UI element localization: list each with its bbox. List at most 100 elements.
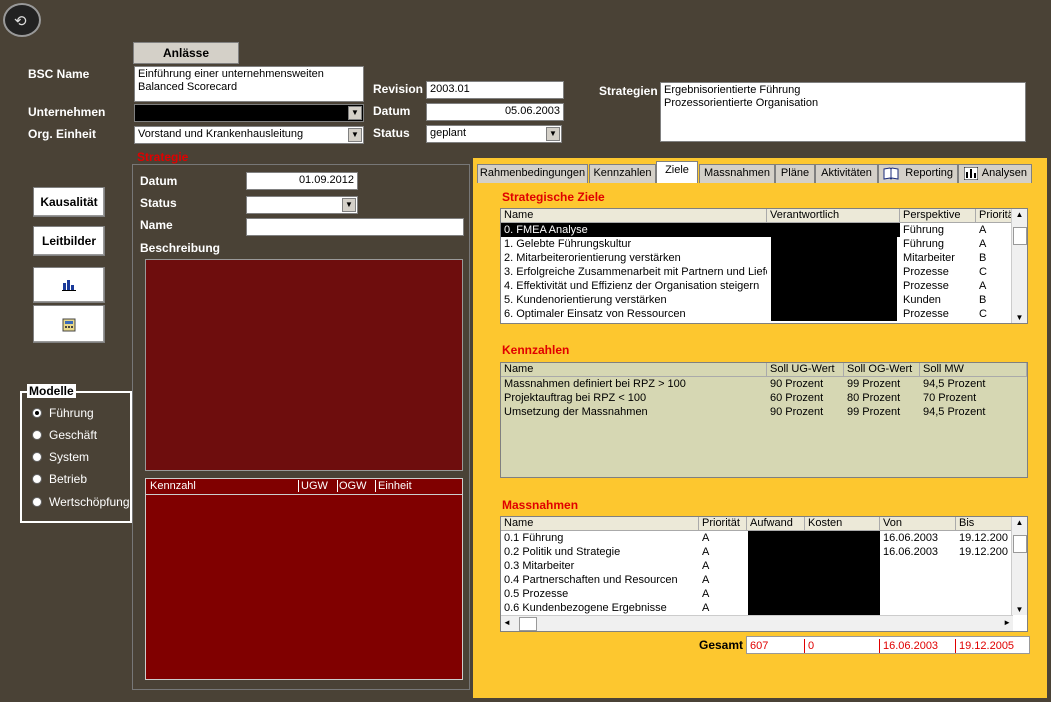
kennzahl-header-kennzahl[interactable]: Kennzahl [149,480,299,492]
kennzahl-header-ugw[interactable]: UGW [300,480,338,492]
ziel-name[interactable]: 4. Effektivität und Effizienz der Organi… [501,279,767,293]
kennzahl-name[interactable]: Umsetzung der Massnahmen [501,405,767,419]
chevron-up-icon[interactable]: ▲ [1012,210,1027,219]
chevron-left-icon[interactable]: ◄ [503,618,511,627]
chart-button[interactable] [33,267,105,303]
ziel-name[interactable]: 1. Gelebte Führungskultur [501,237,767,251]
beschreibung-label: Beschreibung [140,241,221,255]
strategie-name-input[interactable] [246,218,464,236]
horizontal-scrollbar[interactable]: ◄ ► [501,615,1013,631]
tab-plaene[interactable]: Pläne [775,164,815,183]
tab-rahmenbedingungen[interactable]: Rahmenbedingungen [477,164,588,183]
massnahme-name[interactable]: 0.4 Partnerschaften und Resourcen [501,573,699,587]
status-select[interactable]: geplant ▼ [426,125,562,143]
table-row[interactable]: 0. FMEA Analyse Führung A [501,223,1013,237]
leitbilder-button[interactable]: Leitbilder [33,226,105,256]
scroll-thumb[interactable] [519,617,537,631]
tab-reporting[interactable]: Reporting [878,164,958,183]
column-header[interactable]: Von [880,517,956,531]
org-einheit-select[interactable]: Vorstand und Krankenhausleitung ▼ [134,126,364,144]
scroll-thumb[interactable] [1013,535,1027,553]
tab-kennzahlen[interactable]: Kennzahlen [589,164,656,183]
massnahme-von: 16.06.2003 [883,532,939,544]
ziel-prioritaet: A [976,223,1013,237]
column-header[interactable]: Kosten [805,517,880,531]
datum-input[interactable]: 05.06.2003 [426,103,564,121]
column-header[interactable]: Name [501,209,767,223]
radio-fuehrung[interactable] [32,408,42,418]
ziele-grid[interactable]: Name Verantwortlich Perspektive Prioritä… [500,208,1028,324]
strategie-datum-input[interactable]: 01.09.2012 [246,172,358,190]
massnahme-name[interactable]: 0.6 Kundenbezogene Ergebnisse [501,601,699,615]
massnahme-name[interactable]: 0.3 Mitarbeiter [501,559,699,573]
strategie-kennzahl-grid[interactable]: Kennzahl UGW OGW Einheit [145,478,463,680]
ziel-perspektive: Mitarbeiter [903,252,955,264]
org-einheit-label: Org. Einheit [28,127,97,141]
strategien-list[interactable]: Ergebnisorientierte Führung Prozessorien… [660,82,1026,142]
tab-anlaesse[interactable]: Anlässe [133,42,239,64]
chevron-down-icon[interactable]: ▼ [348,128,362,142]
column-header[interactable]: Soll MW [920,363,1027,377]
column-header[interactable]: Name [501,363,767,377]
chevron-down-icon[interactable]: ▼ [1012,313,1027,322]
kausalitaet-button[interactable]: Kausalität [33,187,105,217]
tab-aktivitaeten[interactable]: Aktivitäten [815,164,878,183]
kennzahl-mw: 94,5 Prozent [923,406,986,418]
tab-analysen[interactable]: Analysen [958,164,1032,183]
kennzahl-name[interactable]: Massnahmen definiert bei RPZ > 100 [501,377,767,391]
column-header[interactable]: Priorität [976,209,1013,223]
radio-geschaeft[interactable] [32,430,42,440]
ziel-name[interactable]: 2. Mitarbeiterorientierung verstärken [501,251,767,265]
column-header[interactable]: Name [501,517,699,531]
scroll-thumb[interactable] [1013,227,1027,245]
strategie-status-label: Status [140,196,177,210]
chevron-down-icon[interactable]: ▼ [342,198,356,212]
ziel-name[interactable]: 5. Kundenorientierung verstärken [501,293,767,307]
radio-wertschoepfung[interactable] [32,497,42,507]
massnahmen-grid[interactable]: Name Priorität Aufwand Kosten Von Bis 0.… [500,516,1028,632]
chevron-down-icon[interactable]: ▼ [1012,605,1027,614]
radio-betrieb[interactable] [32,474,42,484]
gesamt-label: Gesamt [699,638,744,652]
tab-ziele[interactable]: Ziele [656,161,698,183]
massnahme-name[interactable]: 0.1 Führung [501,531,699,545]
strategien-item[interactable]: Prozessorientierte Organisation [664,97,1022,110]
strategie-status-select[interactable]: ▼ [246,196,358,214]
ziel-name[interactable]: 6. Optimaler Einsatz von Ressourcen [501,307,767,321]
column-header[interactable]: Aufwand [747,517,805,531]
back-button[interactable]: ⟲ [3,3,41,37]
ziel-perspektive: Prozesse [903,308,949,320]
chevron-down-icon[interactable]: ▼ [546,127,560,141]
column-header[interactable]: Bis [956,517,1013,531]
column-header[interactable]: Priorität [699,517,747,531]
ziel-name: 0. FMEA Analyse [504,224,588,236]
datum-label: Datum [373,104,411,118]
chevron-down-icon[interactable]: ▼ [348,106,362,120]
column-header[interactable]: Verantwortlich [767,209,900,223]
massnahme-name[interactable]: 0.2 Politik und Strategie [501,545,699,559]
unternehmen-select[interactable]: ▼ [134,104,364,122]
tab-massnahmen[interactable]: Massnahmen [699,164,775,183]
radio-label: Wertschöpfung [49,495,130,509]
column-header[interactable]: Soll OG-Wert [844,363,920,377]
vertical-scrollbar[interactable]: ▲ ▼ [1011,209,1027,323]
gesamt-kosten: 0 [805,639,880,653]
column-header[interactable]: Soll UG-Wert [767,363,844,377]
ziel-name[interactable]: 3. Erfolgreiche Zusammenarbeit mit Partn… [501,265,767,279]
radio-system[interactable] [32,452,42,462]
revision-input[interactable]: 2003.01 [426,81,564,99]
chevron-right-icon[interactable]: ► [1003,618,1011,627]
vertical-scrollbar[interactable]: ▲ ▼ [1011,517,1027,615]
kennzahl-header-ogw[interactable]: OGW [338,480,376,492]
kennzahl-name[interactable]: Projektauftrag bei RPZ < 100 [501,391,767,405]
calculator-button[interactable] [33,305,105,343]
strategien-item[interactable]: Ergebnisorientierte Führung [664,84,1022,97]
chevron-up-icon[interactable]: ▲ [1012,518,1027,527]
ziel-prioritaet: B [979,252,987,264]
kennzahl-header-einheit[interactable]: Einheit [377,480,457,492]
column-header[interactable]: Perspektive [900,209,976,223]
kennzahlen-grid[interactable]: Name Soll UG-Wert Soll OG-Wert Soll MW M… [500,362,1028,478]
massnahme-name[interactable]: 0.5 Prozesse [501,587,699,601]
beschreibung-textarea[interactable] [145,259,463,471]
bsc-name-field[interactable]: Einführung einer unternehmensweiten Bala… [134,66,364,102]
